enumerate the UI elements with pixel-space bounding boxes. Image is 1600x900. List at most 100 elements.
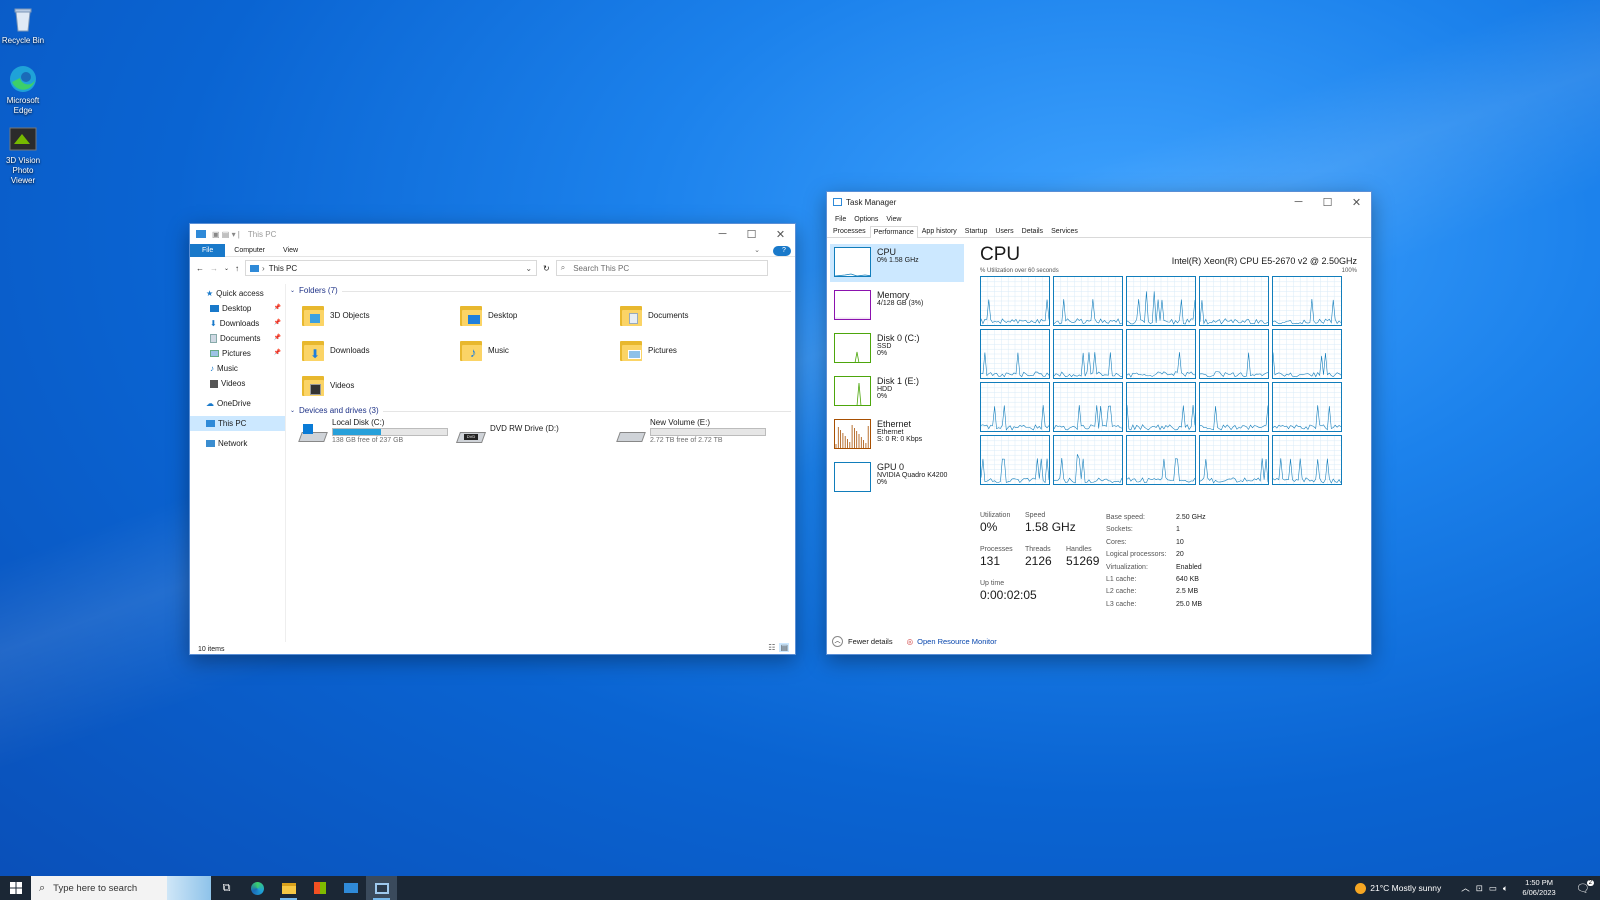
explorer-titlebar[interactable]: ▣ ▤ ▾ | This PC ─ ☐ ✕ [190, 224, 795, 244]
desktop-icon-edge[interactable]: Microsoft Edge [0, 64, 46, 116]
maximize-button[interactable]: ☐ [737, 224, 766, 244]
volume-icon[interactable]: 🔈︎ [1503, 883, 1508, 894]
taskbar-edge-button[interactable] [242, 876, 273, 900]
drive-new-volume-e[interactable]: New Volume (E:) 2.72 TB free of 2.72 TB [616, 418, 778, 450]
details-view-icon[interactable]: ☷ [768, 643, 775, 652]
nav-item-music[interactable]: ♪ Music [190, 361, 285, 376]
tab-performance[interactable]: Performance [869, 226, 918, 238]
taskmgr-titlebar[interactable]: Task Manager ─ ☐ ✕ [827, 192, 1371, 212]
nav-item-network[interactable]: Network [190, 436, 285, 451]
nav-item-this-pc[interactable]: This PC [190, 416, 285, 431]
desktop-icon-recycle-bin[interactable]: Recycle Bin [0, 4, 46, 46]
resource-disk-1[interactable]: Disk 1 (E:) HDD 0% [830, 373, 964, 411]
resource-detail: 4/128 GB (3%) [877, 300, 924, 307]
memory-thumbnail-graph [834, 290, 871, 320]
menu-options[interactable]: Options [850, 216, 882, 223]
tab-app-history[interactable]: App history [918, 225, 961, 237]
drive-local-disk-c[interactable]: Local Disk (C:) 138 GB free of 237 GB [298, 418, 460, 450]
tab-services[interactable]: Services [1047, 225, 1082, 237]
logical-processor-graph [980, 276, 1050, 326]
recent-locations-icon[interactable]: ⌄ [224, 265, 229, 272]
nav-item-quick-access[interactable]: ★ Quick access [190, 286, 285, 301]
folders-group-header[interactable]: ⌄ Folders (7) [290, 284, 791, 298]
close-button[interactable]: ✕ [1342, 192, 1371, 212]
desktop-icon-3d-vision[interactable]: 3D Vision Photo Viewer [0, 124, 46, 186]
folder-pictures[interactable]: Pictures [620, 335, 770, 365]
tab-processes[interactable]: Processes [829, 225, 870, 237]
close-button[interactable]: ✕ [766, 224, 795, 244]
file-explorer-window[interactable]: ▣ ▤ ▾ | This PC ─ ☐ ✕ File Computer View… [189, 223, 796, 655]
nav-item-videos[interactable]: Videos [190, 376, 285, 391]
folder-label: Desktop [488, 310, 518, 320]
task-view-button[interactable]: ⧉ [211, 876, 242, 900]
show-hidden-icons-icon[interactable]: ︿ [1461, 882, 1470, 894]
forward-icon[interactable]: → [210, 264, 218, 273]
address-bar[interactable]: › This PC ⌄ [245, 260, 538, 276]
folder-music[interactable]: ♪ Music [460, 335, 610, 365]
network-status-icon[interactable]: ▭ [1489, 883, 1497, 894]
ribbon-tab-view[interactable]: View [274, 244, 307, 257]
resource-memory[interactable]: Memory 4/128 GB (3%) [830, 287, 964, 325]
menu-view[interactable]: View [882, 216, 905, 223]
tab-details[interactable]: Details [1018, 225, 1047, 237]
search-input[interactable]: ⌕ Search This PC [555, 260, 768, 276]
drives-group-header[interactable]: ⌄ Devices and drives (3) [290, 404, 791, 418]
refresh-icon[interactable]: ↻ [543, 264, 550, 273]
fewer-details-button[interactable]: ︿ Fewer details [832, 636, 893, 647]
back-icon[interactable]: ← [196, 264, 204, 273]
folder-desktop[interactable]: Desktop [460, 300, 610, 330]
desktop-folder-icon [460, 303, 482, 327]
nav-item-desktop[interactable]: Desktop 📌 [190, 301, 285, 316]
this-pc-icon [250, 264, 260, 272]
stat-value: 51269 [1066, 554, 1100, 568]
weather-widget[interactable]: 21°C Mostly sunny [1355, 882, 1441, 894]
menu-file[interactable]: File [831, 216, 850, 223]
taskbar-file-explorer-button[interactable] [273, 876, 304, 900]
quick-access-toolbar-icon[interactable]: ▣ ▤ ▾ | [212, 230, 240, 239]
drive-name: Local Disk (C:) [332, 418, 385, 427]
up-icon[interactable]: ↑ [235, 264, 239, 273]
folder-documents[interactable]: Documents [620, 300, 770, 330]
resource-detail: 0% 1.58 GHz [877, 257, 919, 264]
ribbon-tab-file[interactable]: File [190, 243, 226, 257]
clock[interactable]: 1:50 PM 6/06/2023 [1514, 878, 1564, 898]
folder-downloads[interactable]: ⬇ Downloads [302, 335, 452, 365]
nav-item-downloads[interactable]: ⬇ Downloads 📌 [190, 316, 285, 331]
meet-now-icon[interactable]: ⊡ [1476, 883, 1483, 894]
resource-gpu-0[interactable]: GPU 0 NVIDIA Quadro K4200 0% [830, 459, 964, 497]
logical-processor-graph [1053, 435, 1123, 485]
ribbon-tab-computer[interactable]: Computer [225, 244, 274, 257]
disk-1-thumbnail-graph [834, 376, 871, 406]
maximize-button[interactable]: ☐ [1313, 192, 1342, 212]
help-icon[interactable]: ? [769, 244, 795, 257]
nav-item-onedrive[interactable]: ☁ OneDrive [190, 396, 285, 411]
resource-detail-2: 0% [877, 479, 888, 486]
taskbar-task-manager-button[interactable] [366, 876, 397, 900]
minimize-button[interactable]: ─ [708, 224, 737, 244]
minimize-button[interactable]: ─ [1284, 192, 1313, 212]
open-resource-monitor-link[interactable]: ◎ Open Resource Monitor [907, 637, 997, 646]
task-manager-window[interactable]: Task Manager ─ ☐ ✕ File Options View Pro… [826, 191, 1372, 655]
folder-3d-objects[interactable]: 3D Objects [302, 300, 452, 330]
folder-videos[interactable]: Videos [302, 370, 452, 400]
nav-item-pictures[interactable]: Pictures 📌 [190, 346, 285, 361]
resource-cpu[interactable]: CPU 0% 1.58 GHz [830, 244, 964, 282]
address-dropdown-icon[interactable]: ⌄ [525, 264, 532, 273]
notification-center-button[interactable]: 🗨︎ 2 [1570, 879, 1596, 895]
taskbar-mail-button[interactable] [335, 876, 366, 900]
cpu-model-name: Intel(R) Xeon(R) CPU E5-2670 v2 @ 2.50GH… [1171, 256, 1357, 266]
drive-dvd-d[interactable]: DVD DVD RW Drive (D:) [455, 418, 608, 450]
search-icon: ⌕ [560, 263, 566, 272]
tab-users[interactable]: Users [991, 225, 1017, 237]
start-button[interactable] [0, 876, 31, 900]
pin-icon: 📌 [273, 350, 281, 356]
resource-disk-0[interactable]: Disk 0 (C:) SSD 0% [830, 330, 964, 368]
nav-item-documents[interactable]: Documents 📌 [190, 331, 285, 346]
tab-startup[interactable]: Startup [961, 225, 992, 237]
taskbar-store-button[interactable] [304, 876, 335, 900]
resource-ethernet[interactable]: Ethernet Ethernet S: 0 R: 0 Kbps [830, 416, 964, 454]
taskbar-search-box[interactable]: ⌕ Type here to search [31, 876, 211, 900]
expand-ribbon-icon[interactable]: ⌄ [745, 244, 769, 257]
recycle-bin-icon [8, 4, 38, 34]
large-icons-view-icon[interactable]: ▤ [779, 643, 789, 652]
